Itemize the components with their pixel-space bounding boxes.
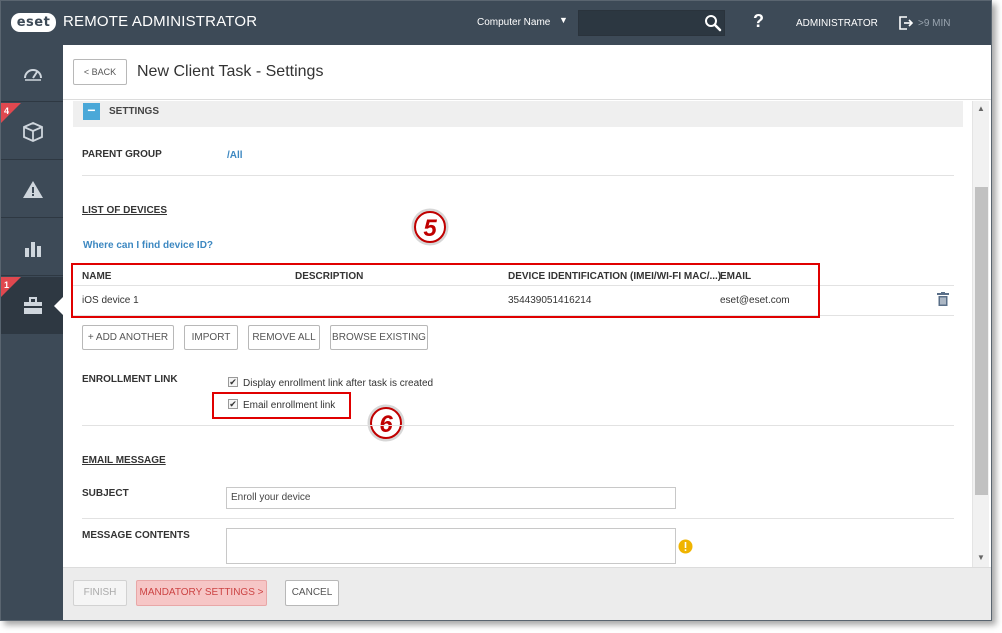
session-timeout: >9 MIN [918,18,951,29]
callout-5-number: 5 [423,215,437,242]
chevron-down-icon[interactable]: ▼ [559,15,568,25]
divider [82,518,954,519]
user-menu[interactable]: ADMINISTRATOR [796,18,878,29]
email-message-label: EMAIL MESSAGE [82,455,166,466]
cancel-button[interactable]: CANCEL [285,580,339,606]
subject-input[interactable]: Enroll your device [226,487,676,509]
scroll-thumb[interactable] [975,187,988,495]
subject-label: SUBJECT [82,488,129,499]
search-icon[interactable] [704,14,722,32]
back-button[interactable]: < BACK [73,59,127,85]
settings-section-label: SETTINGS [109,106,160,117]
search-input[interactable] [578,10,725,36]
list-of-devices-label: LIST OF DEVICES [82,205,168,216]
page-header: < BACK New Client Task - Settings [63,45,991,100]
trash-icon[interactable] [937,292,949,306]
enrollment-link-label: ENROLLMENT LINK [82,374,178,385]
scroll-up-icon[interactable]: ▲ [977,104,985,113]
sidebar-item-dashboard[interactable] [1,45,63,102]
divider [82,175,954,176]
parent-group-label: PARENT GROUP [82,149,162,160]
search-scope-dropdown[interactable]: Computer Name [477,17,550,28]
browse-existing-button[interactable]: BROWSE EXISTING [330,325,428,350]
active-indicator [54,297,63,315]
reports-icon [25,242,41,257]
settings-section-header[interactable]: − SETTINGS [73,101,963,127]
message-contents-label: MESSAGE CONTENTS [82,530,190,541]
divider [82,425,954,426]
dashboard-icon [24,69,42,81]
page-title: New Client Task - Settings [137,63,324,80]
callout-6: 6 [367,404,405,442]
scrollbar[interactable]: ▲ ▼ [972,101,989,567]
badge-count: 4 [4,106,10,116]
add-another-button[interactable]: + ADD ANOTHER [82,325,174,350]
highlight-box-email-enrollment [212,392,351,419]
computers-icon [23,122,43,142]
warning-icon [678,539,693,554]
display-enrollment-link-label: Display enrollment link after task is cr… [243,378,434,389]
app-title: REMOTE ADMINISTRATOR [63,13,258,30]
settings-panel: − SETTINGS PARENT GROUP /All LIST OF DEV… [63,101,973,567]
sidebar-item-threats[interactable] [1,161,63,218]
mandatory-settings-button[interactable]: MANDATORY SETTINGS > [136,580,267,606]
help-icon[interactable]: ? [753,11,764,32]
display-enrollment-link-checkbox[interactable]: ✔ [228,377,238,388]
message-contents-textarea[interactable] [226,528,676,564]
sidebar: 4 1 [1,45,63,620]
device-id-help-link[interactable]: Where can I find device ID? [83,240,213,251]
import-button[interactable]: IMPORT [184,325,238,350]
sidebar-item-reports[interactable] [1,219,63,276]
display-enrollment-link-option[interactable]: ✔ Display enrollment link after task is c… [228,377,434,389]
logout-icon[interactable] [898,15,914,31]
scroll-down-icon[interactable]: ▼ [977,553,985,562]
footer-bar: FINISH MANDATORY SETTINGS > CANCEL [63,567,991,620]
parent-group-link[interactable]: /All [227,150,243,161]
threats-icon [23,181,43,198]
sidebar-item-computers[interactable]: 4 [1,103,63,160]
admin-icon [24,297,42,314]
collapse-icon[interactable]: − [83,103,100,120]
remove-all-button[interactable]: REMOVE ALL [248,325,320,350]
callout-5: 5 [411,208,449,246]
app-window: eset REMOTE ADMINISTRATOR Computer Name … [0,0,992,621]
highlight-box-devices [71,263,820,318]
eset-logo: eset [11,13,56,32]
top-bar: eset REMOTE ADMINISTRATOR Computer Name … [1,1,991,45]
badge-count: 1 [4,280,10,290]
finish-button[interactable]: FINISH [73,580,127,606]
